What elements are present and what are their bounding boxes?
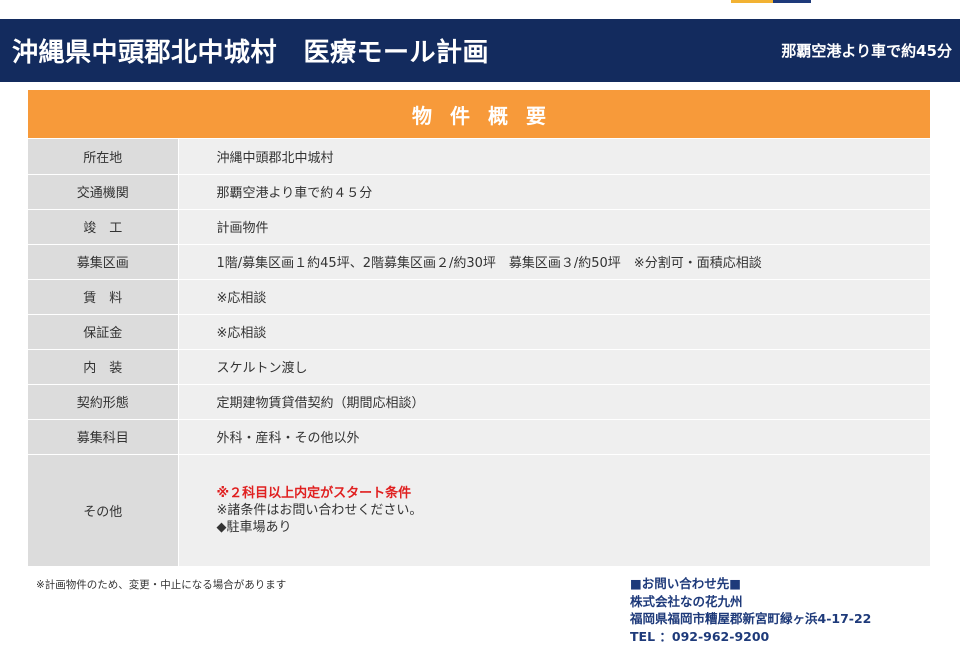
row-value: 1階/募集区画１約45坪、2階募集区画２/約30坪 募集区画３/約50坪 ※分割…: [178, 244, 930, 279]
table-row: 所在地 沖縄中頭郡北中城村: [28, 139, 930, 174]
table-row: 内 装 スケルトン渡し: [28, 349, 930, 384]
table-row: 賃 料 ※応相談: [28, 279, 930, 314]
row-label: 交通機関: [28, 174, 178, 209]
table-row: 竣 工 計画物件: [28, 209, 930, 244]
row-value: スケルトン渡し: [178, 349, 930, 384]
property-spec-table: 所在地 沖縄中頭郡北中城村 交通機関 那覇空港より車で約４５分 竣 工 計画物件…: [28, 139, 930, 567]
row-label: 内 装: [28, 349, 178, 384]
top-accent-bar: [731, 0, 811, 3]
row-label: 募集区画: [28, 244, 178, 279]
row-value-other: ※２科目以上内定がスタート条件 ※諸条件はお問い合わせください。 ◆駐車場あり: [178, 454, 930, 566]
row-label: その他: [28, 454, 178, 566]
row-value: ※応相談: [178, 314, 930, 349]
row-value: 計画物件: [178, 209, 930, 244]
accent-segment-blue: [773, 0, 811, 3]
section-heading: 物件概要: [28, 90, 930, 138]
start-condition-warning: ※２科目以上内定がスタート条件: [217, 485, 931, 502]
table-row: 募集区画 1階/募集区画１約45坪、2階募集区画２/約30坪 募集区画３/約50…: [28, 244, 930, 279]
row-label: 募集科目: [28, 419, 178, 454]
row-label: 契約形態: [28, 384, 178, 419]
row-label: 保証金: [28, 314, 178, 349]
contact-address: 福岡県福岡市糟屋郡新宮町緑ヶ浜4-17-22: [630, 610, 871, 628]
contact-block: ■お問い合わせ先■ 株式会社なの花九州 福岡県福岡市糟屋郡新宮町緑ヶ浜4-17-…: [630, 575, 871, 645]
page-title: 沖縄県中頭郡北中城村 医療モール計画: [12, 32, 489, 69]
row-value: 那覇空港より車で約４５分: [178, 174, 930, 209]
disclaimer-note: ※計画物件のため、変更・中止になる場合があります: [36, 577, 286, 592]
table-row: 契約形態 定期建物賃貸借契約（期間応相談）: [28, 384, 930, 419]
inquiry-line: ※諸条件はお問い合わせください。: [217, 502, 931, 519]
contact-company: 株式会社なの花九州: [630, 593, 871, 611]
contact-tel: TEL ：092-962-9200: [630, 628, 871, 645]
parking-line: ◆駐車場あり: [217, 519, 931, 536]
row-value: 外科・産科・その他以外: [178, 419, 930, 454]
accent-segment-yellow: [731, 0, 773, 3]
row-value: 定期建物賃貸借契約（期間応相談）: [178, 384, 930, 419]
access-summary: 那覇空港より車で約45分: [781, 40, 952, 61]
row-label: 所在地: [28, 139, 178, 174]
table-row-other: その他 ※２科目以上内定がスタート条件 ※諸条件はお問い合わせください。 ◆駐車…: [28, 454, 930, 566]
row-value: 沖縄中頭郡北中城村: [178, 139, 930, 174]
contact-heading: ■お問い合わせ先■: [630, 575, 871, 593]
table-row: 交通機関 那覇空港より車で約４５分: [28, 174, 930, 209]
table-row: 募集科目 外科・産科・その他以外: [28, 419, 930, 454]
table-row: 保証金 ※応相談: [28, 314, 930, 349]
row-label: 竣 工: [28, 209, 178, 244]
row-label: 賃 料: [28, 279, 178, 314]
title-banner: 沖縄県中頭郡北中城村 医療モール計画 那覇空港より車で約45分: [0, 19, 960, 82]
row-value: ※応相談: [178, 279, 930, 314]
